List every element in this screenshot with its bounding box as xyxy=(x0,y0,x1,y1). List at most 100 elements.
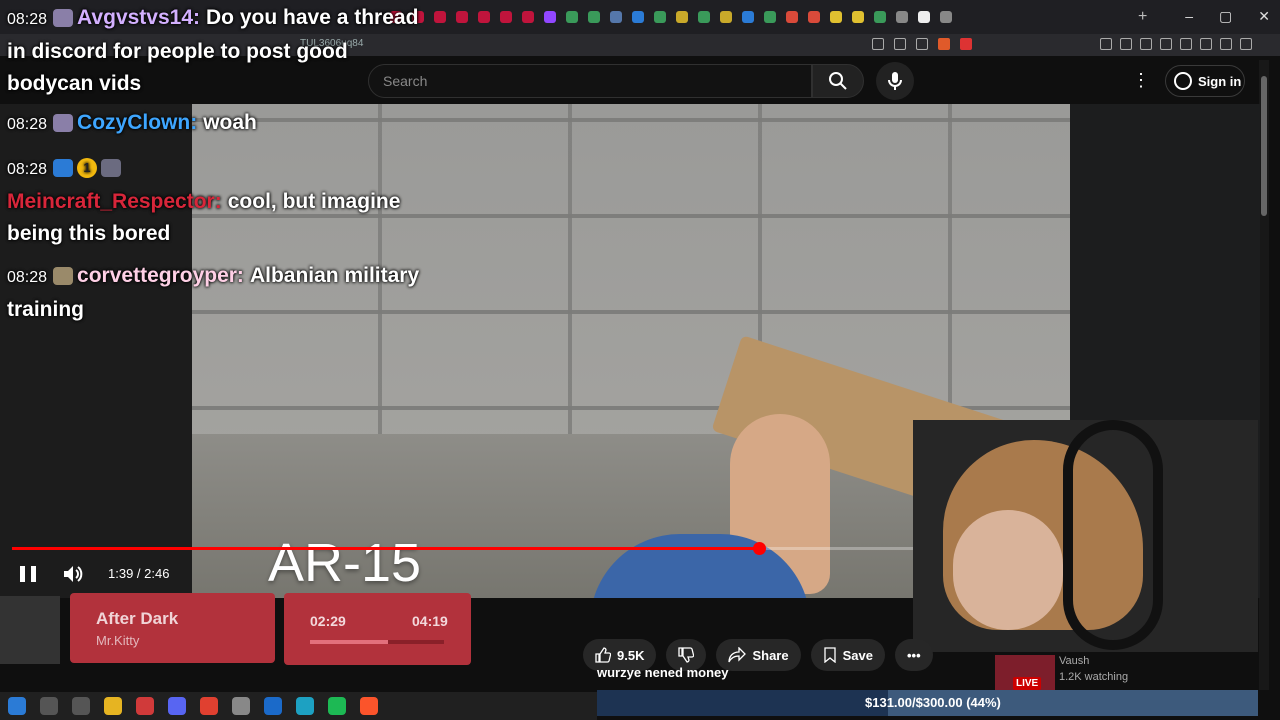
search-icon xyxy=(829,72,847,90)
badge-number: 1 xyxy=(77,158,98,179)
tab-icon[interactable] xyxy=(500,11,512,23)
now-playing-progress-card: 02:29 04:19 xyxy=(284,593,471,665)
edge-icon[interactable] xyxy=(296,697,314,715)
extension-icons xyxy=(1100,38,1252,50)
vpn-icon[interactable] xyxy=(1220,38,1232,50)
tab-icon[interactable] xyxy=(720,11,732,23)
video-caption: AR-15 xyxy=(268,533,422,593)
pause-button[interactable] xyxy=(20,566,38,582)
tab-icon[interactable] xyxy=(544,11,556,23)
tab-icon[interactable] xyxy=(478,11,490,23)
sword-badge-icon xyxy=(53,159,74,178)
app-icon[interactable] xyxy=(136,697,154,715)
window-controls: – ▢ ✕ xyxy=(1185,8,1270,25)
tab-icon[interactable] xyxy=(852,11,864,23)
extension-icon[interactable] xyxy=(1140,38,1152,50)
chat-message: 08:28 Avgvstvs14: Do you have a thread in … xyxy=(7,2,427,100)
brave-shield-icon[interactable] xyxy=(938,38,950,50)
more-options-icon[interactable]: ⋮ xyxy=(1132,70,1150,91)
search-taskbar-icon[interactable] xyxy=(40,697,58,715)
extension-icon[interactable] xyxy=(1120,38,1132,50)
video-scrubber[interactable] xyxy=(752,542,766,555)
close-window-button[interactable]: ✕ xyxy=(1258,8,1270,25)
tab-icon[interactable] xyxy=(654,11,666,23)
more-actions-button[interactable]: ••• xyxy=(894,639,933,671)
tab-icon[interactable] xyxy=(764,11,776,23)
tab-icon[interactable] xyxy=(830,11,842,23)
sidebar-icon[interactable] xyxy=(1160,38,1172,50)
video-progress-fill xyxy=(12,547,759,550)
spotify-icon[interactable] xyxy=(328,697,346,715)
chat-username: Avgvstvs14: xyxy=(77,6,201,29)
track-current-time: 02:29 xyxy=(310,613,346,629)
tab-icon[interactable] xyxy=(522,11,534,23)
viewer-count: 1.2K watching xyxy=(1059,671,1129,683)
tab-icon[interactable] xyxy=(456,11,468,23)
save-button[interactable]: Save xyxy=(810,639,885,671)
tab-strip[interactable] xyxy=(390,11,952,23)
tab-icon[interactable] xyxy=(434,11,446,23)
chat-timestamp: 08:28 xyxy=(7,11,48,28)
tab-icon[interactable] xyxy=(896,11,908,23)
tab-icon[interactable] xyxy=(588,11,600,23)
save-label: Save xyxy=(842,647,873,663)
start-icon[interactable] xyxy=(8,697,26,715)
tab-icon[interactable] xyxy=(698,11,710,23)
search-input[interactable]: Search xyxy=(368,64,812,98)
cast-icon[interactable] xyxy=(894,38,906,50)
share-label: Share xyxy=(752,647,789,663)
track-progress-fill xyxy=(310,640,388,644)
donation-goal-bar: $131.00/$300.00 (44%) xyxy=(597,690,1258,716)
chat-text: woah xyxy=(203,111,257,134)
task-view-icon[interactable] xyxy=(72,697,90,715)
tab-icon[interactable] xyxy=(786,11,798,23)
volume-icon[interactable] xyxy=(62,564,84,584)
emote-icon xyxy=(53,114,74,133)
extension-icon[interactable] xyxy=(1100,38,1112,50)
share-button[interactable]: Share xyxy=(716,639,801,671)
account-icon xyxy=(1174,72,1192,90)
minimize-button[interactable]: – xyxy=(1185,8,1193,25)
file-explorer-icon[interactable] xyxy=(104,697,122,715)
taskbar xyxy=(0,692,597,720)
brave-icon[interactable] xyxy=(360,697,378,715)
sign-in-button[interactable]: Sign in xyxy=(1165,65,1245,97)
page-scrollbar[interactable] xyxy=(1259,60,1269,690)
new-tab-button[interactable]: + xyxy=(1138,8,1147,26)
thumbs-up-icon xyxy=(595,647,611,663)
extension-icon[interactable] xyxy=(1200,38,1212,50)
app-icon[interactable] xyxy=(232,697,250,715)
voice-search-button[interactable] xyxy=(876,62,914,100)
live-thumbnail[interactable]: LIVE xyxy=(995,655,1055,691)
tab-icon[interactable] xyxy=(610,11,622,23)
tab-icon[interactable] xyxy=(742,11,754,23)
tab-icon[interactable] xyxy=(632,11,644,23)
chat-message: 08:28 corvettegroyper: Albanian military t… xyxy=(7,260,427,326)
menu-icon[interactable] xyxy=(1240,38,1252,50)
search-button[interactable] xyxy=(812,64,864,98)
brave-rewards-icon[interactable] xyxy=(960,38,972,50)
steam-icon[interactable] xyxy=(264,697,282,715)
tab-icon[interactable] xyxy=(918,11,930,23)
live-channel-info[interactable]: Vaush 1.2K watching xyxy=(1059,653,1128,685)
microphone-icon xyxy=(888,72,902,90)
maximize-button[interactable]: ▢ xyxy=(1219,8,1232,25)
screen: + – ▢ ✕ TUL3606uq84 Search ⋮ Sign in AR-… xyxy=(0,0,1280,720)
tab-icon[interactable] xyxy=(940,11,952,23)
wallet-icon[interactable] xyxy=(1180,38,1192,50)
tab-icon[interactable] xyxy=(874,11,886,23)
scrollbar-thumb[interactable] xyxy=(1261,76,1267,216)
chat-timestamp: 08:28 xyxy=(7,161,48,178)
pause-icon xyxy=(20,566,25,582)
tab-icon[interactable] xyxy=(566,11,578,23)
zoom-icon[interactable] xyxy=(872,38,884,50)
discord-icon[interactable] xyxy=(168,697,186,715)
share-icon[interactable] xyxy=(916,38,928,50)
more-horizontal-icon: ••• xyxy=(906,647,921,663)
track-title: After Dark xyxy=(96,609,179,628)
address-bar-icons xyxy=(872,38,972,50)
share-icon xyxy=(728,647,747,663)
tab-icon[interactable] xyxy=(676,11,688,23)
chrome-icon[interactable] xyxy=(200,697,218,715)
tab-icon[interactable] xyxy=(808,11,820,23)
